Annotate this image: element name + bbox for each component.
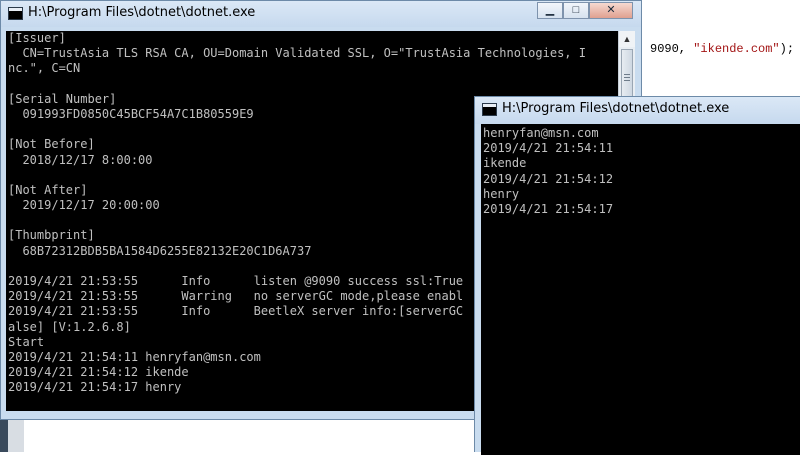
console-line: 2019/4/21 21:54:12 (483, 171, 614, 186)
console-app-icon (482, 103, 497, 116)
window-title: H:\Program Files\dotnet\dotnet.exe (28, 5, 256, 20)
background-code-line: 9090, "ikende.com"); (650, 42, 794, 56)
grip-line (624, 77, 630, 78)
code-text-end: ); (779, 42, 795, 56)
code-text: 9090, (650, 42, 694, 56)
console-line: 2019/4/21 21:54:17 (483, 201, 614, 216)
title-bar[interactable]: H:\Program Files\dotnet\dotnet.exe (475, 97, 800, 124)
window-title: H:\Program Files\dotnet\dotnet.exe (502, 101, 730, 116)
console-line: nc.", C=CN (8, 61, 81, 76)
console-app-icon (8, 7, 23, 20)
console-line: CN=TrustAsia TLS RSA CA, OU=Domain Valid… (8, 46, 586, 61)
maximize-button[interactable]: □ (563, 2, 589, 19)
console-line: ikende (483, 156, 527, 171)
close-button[interactable]: ✕ (589, 2, 633, 19)
console-line: 2019/4/21 21:54:11 (483, 141, 614, 156)
console-line: henry (483, 186, 520, 201)
console-line: [Issuer] (8, 31, 66, 45)
background-taskbar-edge (0, 420, 8, 452)
title-bar[interactable]: H:\Program Files\dotnet\dotnet.exe ▁ □ ✕ (1, 1, 641, 27)
grip-line (624, 74, 630, 75)
background-panel-edge (8, 420, 24, 452)
minimize-button[interactable]: ▁ (537, 2, 563, 19)
code-string-literal: "ikende.com" (693, 42, 780, 56)
console-line: henryfan@msn.com (483, 126, 599, 140)
scroll-up-arrow-icon[interactable]: ▲ (619, 31, 635, 47)
console-output[interactable]: henryfan@msn.com 2019/4/21 21:54:11 ikende… (481, 124, 800, 455)
console-window-second[interactable]: H:\Program Files\dotnet\dotnet.exe henry… (474, 96, 800, 455)
grip-line (624, 80, 630, 81)
